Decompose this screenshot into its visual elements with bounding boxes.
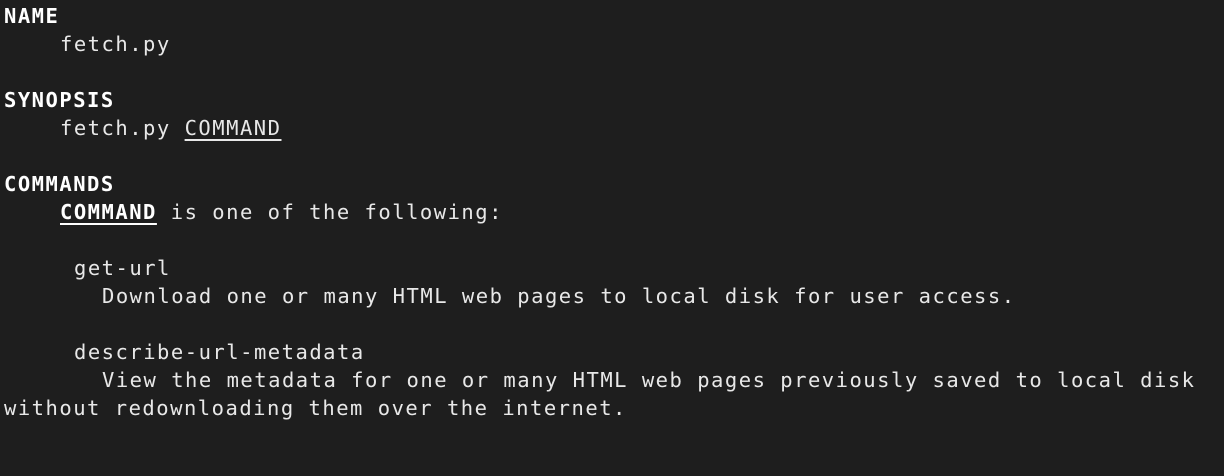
section-heading-commands: COMMANDS (4, 172, 115, 196)
synopsis-line: fetch.py COMMAND (60, 114, 282, 142)
command-description-get-url: Download one or many HTML web pages to l… (102, 284, 1016, 308)
section-heading-synopsis: SYNOPSIS (4, 88, 115, 112)
commands-intro: COMMAND is one of the following: (60, 198, 503, 226)
commands-intro-text: is one of the following: (156, 200, 503, 224)
program-name: fetch.py (60, 32, 171, 56)
command-description-describe-url-metadata-continued: without redownloading them over the inte… (4, 396, 627, 420)
commands-intro-keyword: COMMAND (60, 200, 157, 224)
section-heading-name: NAME (4, 4, 60, 28)
synopsis-program: fetch.py (60, 116, 171, 140)
command-description-describe-url-metadata: View the metadata for one or many HTML w… (102, 368, 1196, 392)
synopsis-argument: COMMAND (184, 116, 282, 140)
command-name-describe-url-metadata: describe-url-metadata (74, 340, 365, 364)
terminal-window: NAME fetch.py SYNOPSIS fetch.py COMMAND … (0, 0, 1224, 422)
command-name-get-url: get-url (74, 256, 171, 280)
